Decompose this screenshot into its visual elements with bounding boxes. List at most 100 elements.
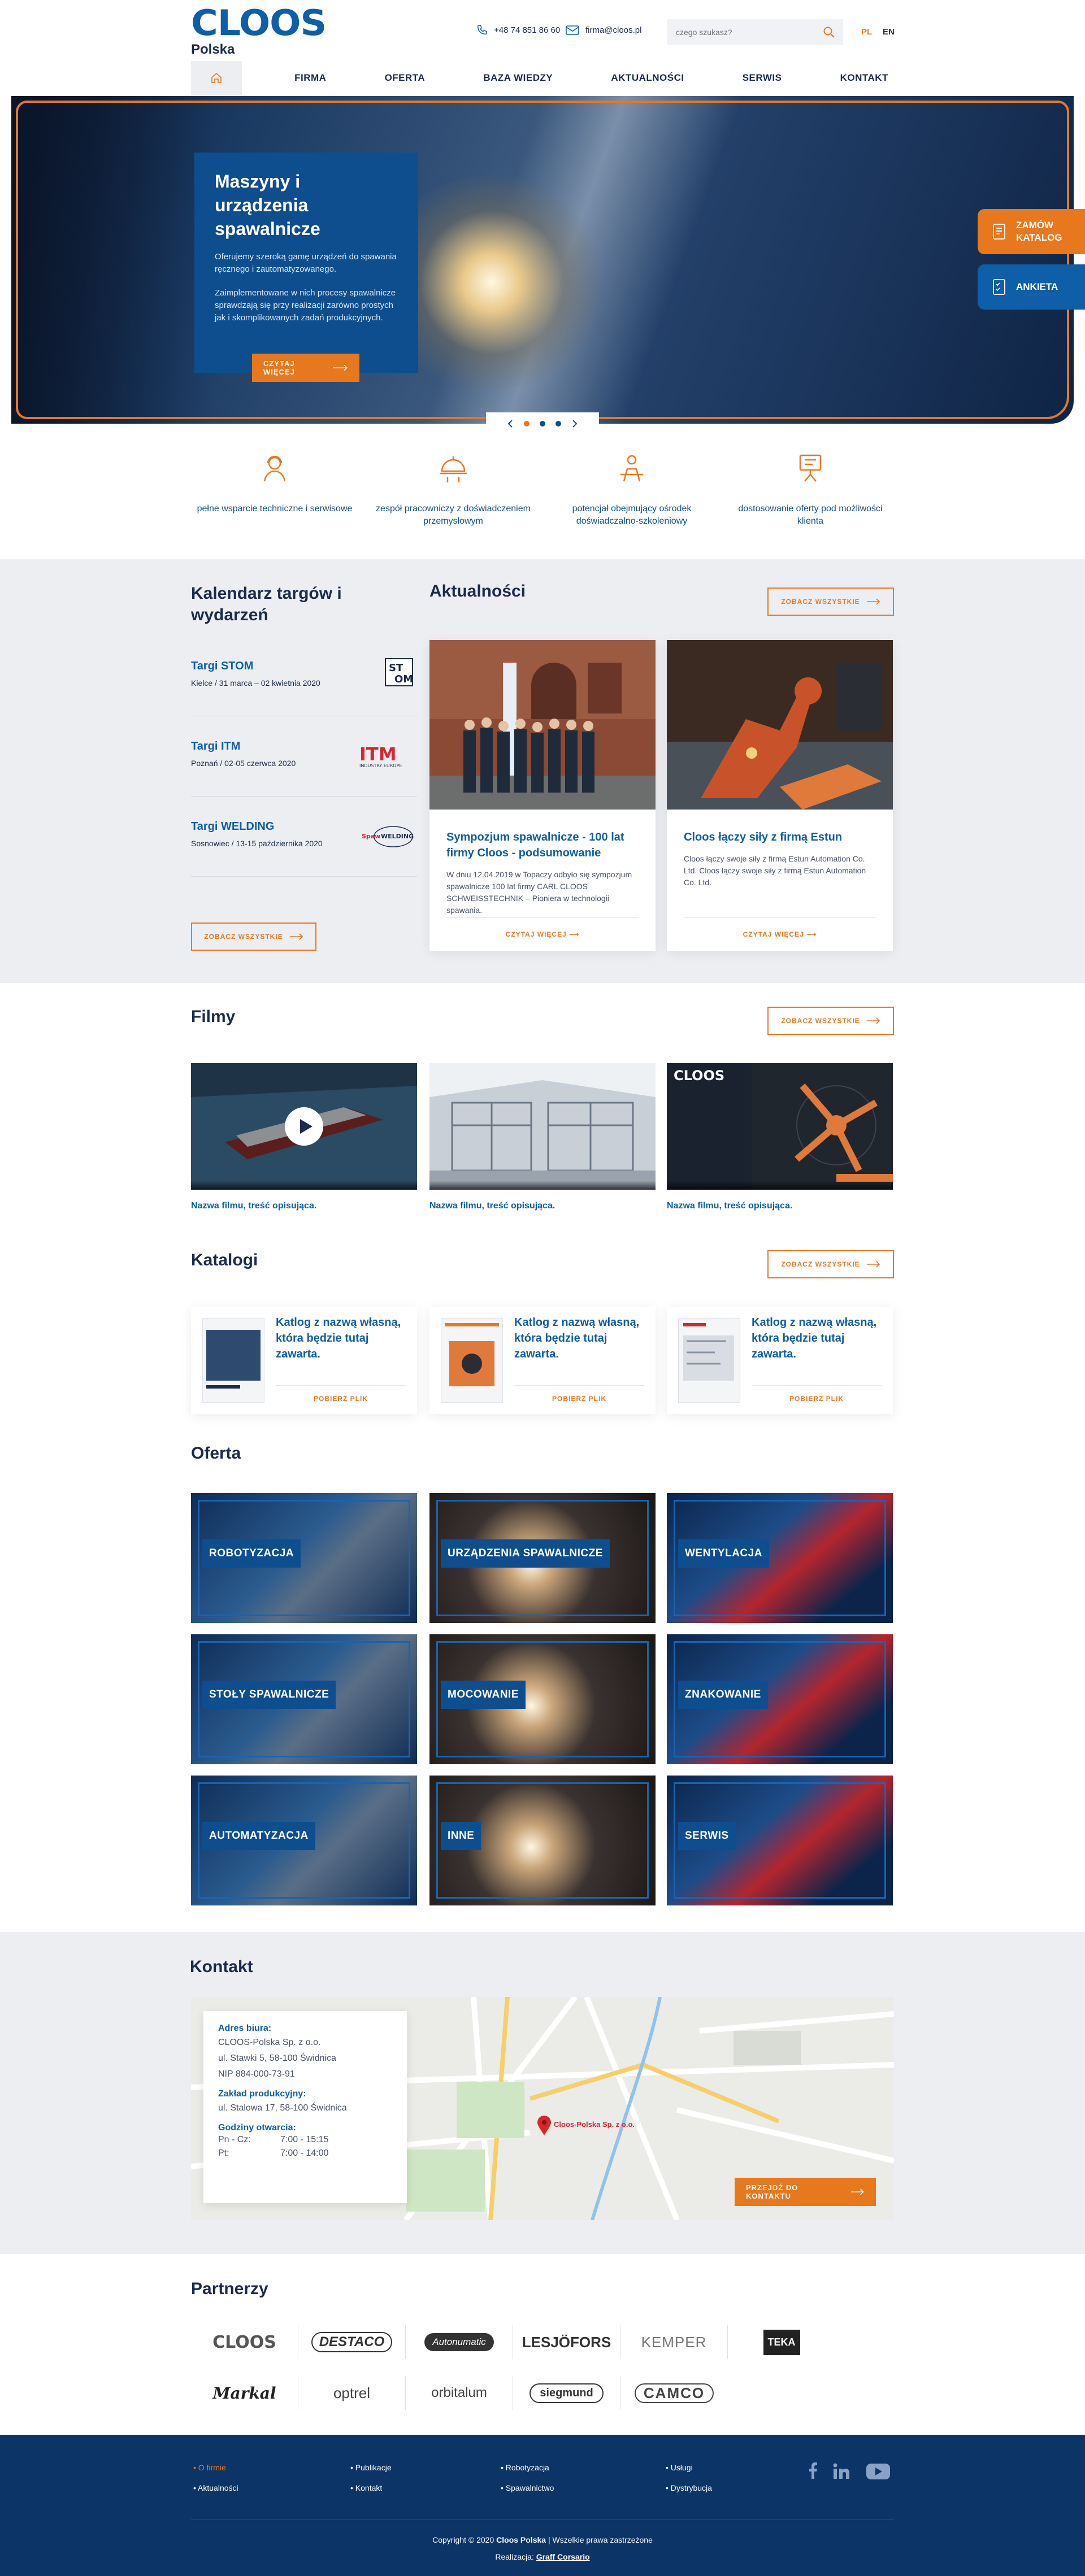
nav-baza-wiedzy[interactable]: BAZA WIEDZY — [478, 61, 558, 95]
footer-link[interactable]: • O firmie — [193, 2463, 226, 2472]
event-details: Kielce / 31 marca – 02 kwietnia 2020 — [191, 678, 320, 687]
footer-link[interactable]: • Robotyzacja — [501, 2463, 549, 2472]
footer-link[interactable]: • Spawalnictwo — [501, 2483, 554, 2492]
video-thumbnail[interactable] — [429, 1063, 656, 1190]
offer-tile-stoly[interactable]: STOŁY SPAWALNICZE — [191, 1634, 417, 1764]
footer-link[interactable]: • Publikacje — [350, 2463, 392, 2472]
footer-link[interactable]: • Usługi — [666, 2463, 693, 2472]
play-icon[interactable] — [284, 1107, 324, 1146]
partner-logo[interactable]: TEKA — [728, 2325, 835, 2359]
catalog-card[interactable]: Katlog z nazwą własną, która będzie tuta… — [667, 1307, 893, 1414]
news-see-all-button[interactable]: ZOBACZ WSZYSTKIE — [767, 588, 894, 616]
news-card[interactable]: Cloos łączy siły z firmą Estun Cloos łąc… — [667, 640, 893, 951]
news-read-more[interactable]: CZYTAJ WIĘCEJ ⟶ — [446, 917, 639, 938]
footer-link[interactable]: • Aktualności — [193, 2483, 238, 2492]
order-catalog-label: ZAMÓW KATALOG — [1016, 220, 1062, 243]
offer-tile-automatyzacja[interactable]: AUTOMATYZACJA — [191, 1776, 417, 1905]
film-item[interactable]: Nazwa filmu, treść opisująca. — [191, 1063, 417, 1211]
address-card: Adres biura: CLOOS-Polska Sp. z o.o. ul.… — [203, 2011, 407, 2203]
event-item[interactable]: Targi STOM Kielce / 31 marca – 02 kwietn… — [191, 654, 417, 716]
video-thumbnail[interactable]: CLOOS — [667, 1063, 893, 1190]
phone-link[interactable]: +48 74 851 86 60 — [476, 24, 560, 36]
phone-icon — [477, 25, 487, 35]
catalog-download[interactable]: POBIERZ PLIK — [276, 1385, 406, 1403]
youtube-icon[interactable] — [866, 2463, 891, 2480]
news-read-more[interactable]: CZYTAJ WIĘCEJ ⟶ — [684, 917, 876, 938]
logo[interactable]: CLOOS Polska — [191, 6, 327, 58]
lang-pl[interactable]: PL — [861, 27, 872, 37]
lang-en[interactable]: EN — [883, 27, 895, 37]
partners-row-2: Markal optrel orbitalum siegmund CAMCO — [191, 2376, 894, 2410]
partner-logo[interactable]: CAMCO — [620, 2376, 728, 2410]
facebook-icon[interactable] — [807, 2462, 818, 2479]
catalogs-title: Katalogi — [191, 1251, 258, 1269]
email-link[interactable]: firma@cloos.pl — [565, 24, 641, 36]
feature-offer: dostosowanie oferty pod możliwości klien… — [731, 452, 889, 528]
offer-tile-mocowanie[interactable]: MOCOWANIE — [429, 1634, 656, 1764]
nav-home[interactable] — [191, 61, 242, 95]
arrow-right-icon — [851, 2188, 865, 2195]
partner-logo[interactable]: KEMPER — [620, 2325, 728, 2359]
footer-link[interactable]: • Kontakt — [350, 2483, 382, 2492]
hero-textbox: Maszyny i urządzenia spawalnicze Oferuje… — [194, 153, 418, 373]
event-item[interactable]: Targi ITM Poznań / 02-05 czerwca 2020 IT… — [191, 734, 417, 797]
partner-logo[interactable]: siegmund — [513, 2376, 620, 2410]
linkedin-icon[interactable] — [833, 2463, 850, 2479]
logo-mark: CLOOS — [191, 2, 327, 43]
nav-aktualnosci[interactable]: AKTUALNOŚCI — [605, 61, 689, 95]
chevron-left-icon[interactable] — [507, 419, 514, 428]
offer-tile-znakowanie[interactable]: ZNAKOWANIE — [667, 1634, 893, 1764]
catalogs-see-all-button[interactable]: ZOBACZ WSZYSTKIE — [767, 1250, 894, 1278]
films-see-all-button[interactable]: ZOBACZ WSZYSTKIE — [767, 1007, 894, 1035]
nav-kontakt[interactable]: KONTAKT — [835, 61, 894, 95]
events-see-all-button[interactable]: ZOBACZ WSZYSTKIE — [191, 923, 316, 951]
offer-tile-serwis[interactable]: SERWIS — [667, 1776, 893, 1905]
film-item[interactable]: CLOOS Nazwa filmu, treść opisująca. — [667, 1063, 893, 1211]
partner-logo[interactable]: CLOOS — [191, 2325, 298, 2359]
catalog-card[interactable]: Katlog z nazwą własną, która będzie tuta… — [429, 1307, 656, 1414]
partner-logo[interactable]: optrel — [298, 2376, 406, 2410]
search-input[interactable] — [667, 19, 808, 45]
catalog-download[interactable]: POBIERZ PLIK — [752, 1385, 882, 1403]
video-thumbnail[interactable] — [191, 1063, 417, 1190]
nav-serwis[interactable]: SERWIS — [737, 61, 788, 95]
order-catalog-button[interactable]: ZAMÓW KATALOG — [978, 209, 1085, 254]
partner-logo[interactable]: Markal — [191, 2376, 298, 2410]
slider-dot[interactable] — [524, 421, 530, 427]
hero-title: Maszyny i urządzenia spawalnicze — [215, 171, 320, 239]
footer-link[interactable]: • Dystrybucja — [666, 2483, 712, 2492]
credit: Realizacja: Graff Corsario — [495, 2552, 590, 2561]
chevron-right-icon[interactable] — [571, 419, 578, 428]
news-card-title: Sympozjum spawalnicze - 100 lat firmy Cl… — [446, 831, 624, 859]
factory-image — [429, 1063, 656, 1190]
email-address: firma@cloos.pl — [585, 25, 642, 35]
partner-logo[interactable]: DESTACO — [298, 2325, 406, 2359]
slider-dot[interactable] — [555, 421, 561, 427]
film-item[interactable]: Nazwa filmu, treść opisująca. — [429, 1063, 656, 1211]
news-card[interactable]: Sympozjum spawalnicze - 100 lat firmy Cl… — [429, 640, 656, 951]
map-pin-icon[interactable] — [537, 2116, 552, 2136]
partner-logo[interactable]: LESJÖFORS — [513, 2325, 620, 2359]
button-label: ZOBACZ WSZYSTKIE — [204, 933, 283, 941]
news-image — [667, 640, 893, 810]
offer-tile-urzadzenia[interactable]: URZĄDZENIA SPAWALNICZE — [429, 1493, 656, 1623]
hero-read-more-button[interactable]: CZYTAJ WIĘCEJ — [252, 354, 359, 382]
nav-firma[interactable]: FIRMA — [289, 61, 332, 95]
offer-tile-robotyzacja[interactable]: ROBOTYZACJA — [191, 1493, 417, 1623]
home-icon — [211, 72, 222, 83]
search-icon[interactable] — [823, 26, 835, 38]
catalog-card[interactable]: Katlog z nazwą własną, która będzie tuta… — [191, 1307, 417, 1414]
catalog-title: Katlog z nazwą własną, która będzie tuta… — [514, 1316, 640, 1360]
slider-dot[interactable] — [540, 421, 545, 427]
partner-logo[interactable]: orbitalum — [406, 2376, 513, 2410]
go-to-contact-button[interactable]: PRZEJDŹ DO KONTAKTU — [735, 2178, 876, 2206]
catalog-download[interactable]: POBIERZ PLIK — [514, 1385, 644, 1403]
event-item[interactable]: Targi WELDING Sosnowiec / 13-15 paździer… — [191, 815, 417, 877]
news-card-title: Cloos łączy siły z firmą Estun — [684, 831, 843, 843]
credit-link[interactable]: Graff Corsario — [536, 2552, 590, 2561]
offer-tile-wentylacja[interactable]: WENTYLACJA — [667, 1493, 893, 1623]
survey-button[interactable]: ANKIETA — [978, 264, 1085, 310]
nav-oferta[interactable]: OFERTA — [379, 61, 431, 95]
partner-logo[interactable]: Autonumatic — [406, 2325, 513, 2359]
offer-tile-inne[interactable]: INNE — [429, 1776, 656, 1905]
